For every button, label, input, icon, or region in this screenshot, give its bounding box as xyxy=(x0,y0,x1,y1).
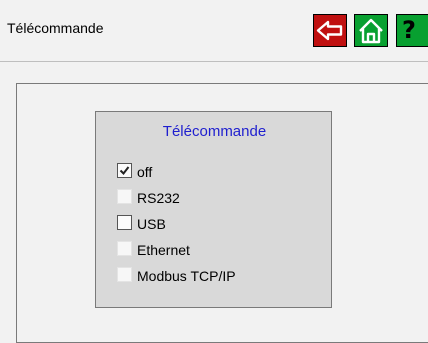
option-label: RS232 xyxy=(137,190,180,206)
top-bar: Télécommande ? xyxy=(0,0,428,61)
checkbox-usb[interactable] xyxy=(117,215,132,230)
back-button[interactable] xyxy=(313,14,347,47)
arrow-left-icon xyxy=(316,20,343,41)
page-title: Télécommande xyxy=(7,20,104,36)
option-label: USB xyxy=(137,216,166,232)
header-divider xyxy=(0,61,428,62)
option-label: Ethernet xyxy=(137,242,190,258)
panel-title: Télécommande xyxy=(162,123,267,140)
help-button[interactable]: ? xyxy=(396,14,428,47)
checkmark-icon xyxy=(119,166,130,176)
remote-control-panel: Télécommande off RS232 USB Ethernet Modb… xyxy=(95,111,332,308)
option-label: Modbus TCP/IP xyxy=(137,268,236,284)
checkbox-rs232[interactable] xyxy=(117,189,132,204)
checkbox-off[interactable] xyxy=(117,163,132,178)
question-icon: ? xyxy=(402,16,416,44)
checkbox-modbus[interactable] xyxy=(117,267,132,282)
home-button[interactable] xyxy=(354,14,388,47)
option-label: off xyxy=(137,164,153,180)
home-icon xyxy=(359,18,383,44)
checkbox-ethernet[interactable] xyxy=(117,241,132,256)
